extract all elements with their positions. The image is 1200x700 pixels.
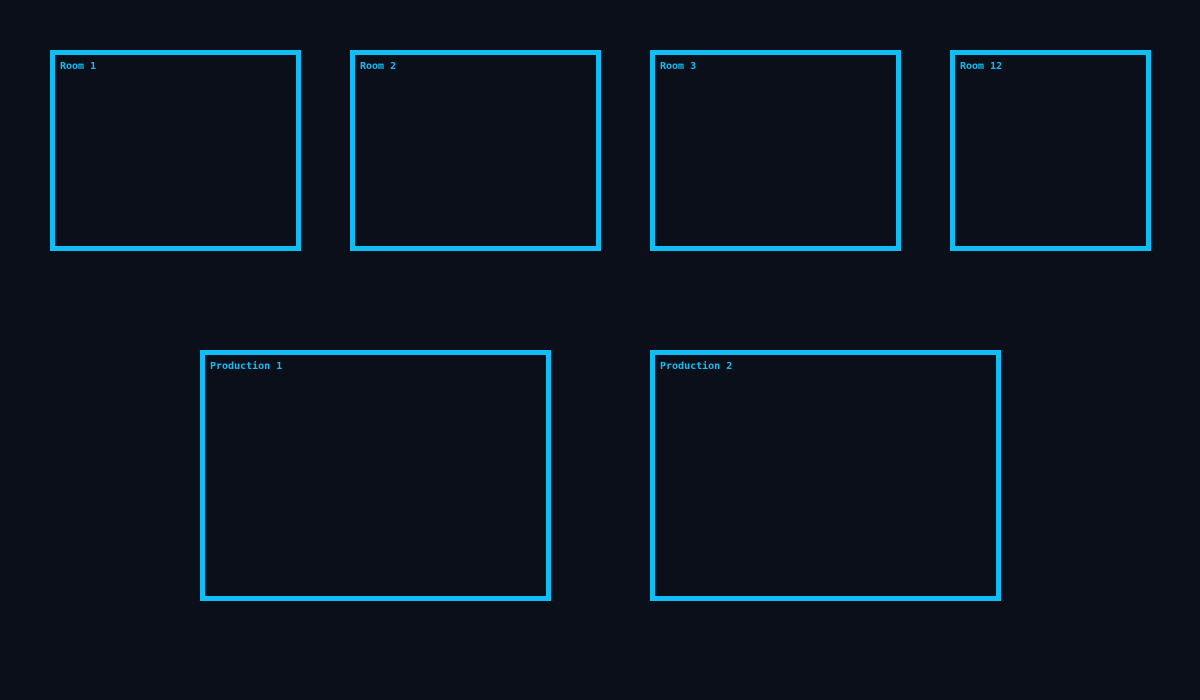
room-label: Room 2 <box>360 61 397 72</box>
room-2-box[interactable]: Room 2 <box>350 50 601 251</box>
room-12-box[interactable]: Room 12 <box>950 50 1151 251</box>
room-label: Production 2 <box>660 361 733 372</box>
room-1-box[interactable]: Room 1 <box>50 50 301 251</box>
production-1-box[interactable]: Production 1 <box>200 350 551 601</box>
floor-plan-canvas: Room 1 Room 2 Room 3 Room 12 Production … <box>0 0 1200 700</box>
room-label: Room 12 <box>960 61 1003 72</box>
production-2-box[interactable]: Production 2 <box>650 350 1001 601</box>
room-label: Production 1 <box>210 361 283 372</box>
room-label: Room 1 <box>60 61 97 72</box>
room-label: Room 3 <box>660 61 697 72</box>
room-3-box[interactable]: Room 3 <box>650 50 901 251</box>
